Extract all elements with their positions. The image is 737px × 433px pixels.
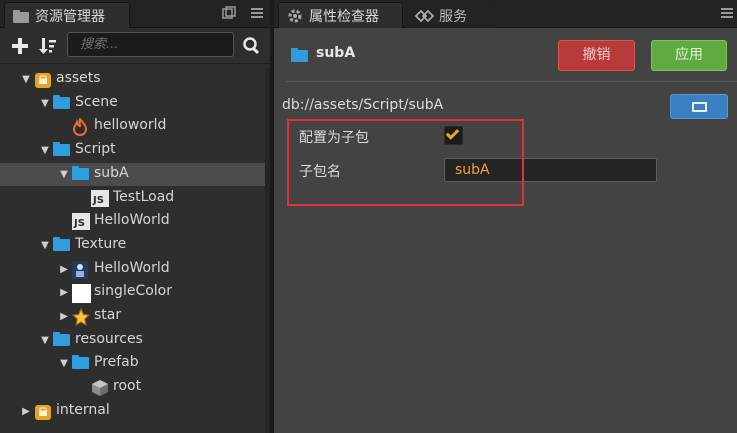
tree-item-prefab[interactable]: ▼ Prefab [0, 352, 270, 375]
tree-item-label: helloworld [94, 117, 167, 134]
white-square-icon [72, 284, 91, 304]
tree-item-label: star [94, 307, 122, 323]
tab-inspector[interactable]: 属性检查器 [278, 2, 403, 28]
tree-item-resources[interactable]: ▼ resources [0, 329, 270, 352]
tree-item-label: resources [75, 330, 143, 347]
asset-path: db://assets/Script/subA [282, 97, 444, 113]
chevron-down-icon[interactable]: ▼ [39, 240, 51, 252]
chevron-right-icon[interactable]: ▶ [58, 287, 70, 299]
svg-text:JS: JS [73, 218, 85, 229]
tree-item-helloworld[interactable]: JS HelloWorld [0, 210, 270, 233]
chevron-down-icon[interactable]: ▼ [20, 74, 32, 86]
image-icon [72, 260, 90, 279]
fire-icon [72, 117, 90, 137]
folder-panel-icon [13, 9, 29, 23]
search-input[interactable]: 搜索... [67, 32, 234, 57]
apply-button[interactable]: 应用 [651, 40, 727, 71]
tree-item-label: HelloWorld [94, 259, 170, 276]
chevron-right-icon[interactable]: ▶ [58, 264, 70, 276]
tree-item-label: Scene [75, 93, 118, 110]
sort-icon[interactable] [37, 35, 59, 57]
chevron-down-icon[interactable]: ▼ [58, 169, 70, 181]
tree-item-label: internal [56, 401, 110, 418]
tree-item-label: HelloWorld [94, 212, 170, 229]
tree-item-root[interactable]: root [0, 376, 270, 399]
chevron-right-icon[interactable]: ▶ [20, 406, 32, 418]
gear-icon [288, 9, 302, 22]
js-icon: JS [91, 189, 109, 207]
inspector-panel: 属性检查器 服务 subA 撤销 应用 db://assets/Script/s… [274, 0, 737, 433]
divider [286, 81, 737, 82]
tree-item-singlecolor[interactable]: ▶ singleColor [0, 281, 270, 304]
folder-icon [72, 355, 90, 371]
tree-item-internal[interactable]: ▶ internal [0, 400, 270, 423]
tab-inspector-label: 属性检查器 [309, 8, 379, 25]
folder-icon [53, 94, 71, 111]
tree-item-scene[interactable]: ▼ Scene [0, 92, 270, 115]
open-folder-icon [692, 102, 707, 112]
folder-icon [53, 142, 71, 158]
tree-item-label: Script [75, 141, 116, 158]
tab-assets[interactable]: 资源管理器 [4, 2, 130, 28]
chevron-down-icon[interactable]: ▼ [39, 335, 51, 347]
tree-item-label: Prefab [94, 354, 139, 371]
chevron-down-icon[interactable]: ▼ [39, 98, 51, 110]
tab-assets-label: 资源管理器 [35, 8, 105, 25]
tree-item-testload[interactable]: JS TestLoad [0, 187, 270, 210]
services-icon [415, 9, 435, 22]
inspector-title: subA [316, 45, 356, 61]
menu-icon[interactable] [250, 6, 264, 20]
tree-item-helloworld[interactable]: ▶ HelloWorld [0, 258, 270, 281]
assets-panel: 资源管理器 搜索... ▼ assets ▼ Scene helloworld ▼ Scri… [0, 0, 270, 433]
tab-services[interactable]: 服务 [406, 2, 496, 28]
cube-icon [91, 379, 109, 397]
assets-tab-strip: 资源管理器 [0, 0, 270, 28]
open-folder-button[interactable] [670, 94, 728, 119]
tree-item-texture[interactable]: ▼ Texture [0, 234, 270, 257]
tree-item-script[interactable]: ▼ Script [0, 139, 270, 162]
add-icon[interactable] [9, 35, 31, 57]
js-icon: JS [72, 213, 90, 231]
star-icon [71, 307, 91, 327]
tab-services-label: 服务 [439, 8, 467, 25]
svg-text:JS: JS [92, 195, 104, 206]
chevron-down-icon[interactable]: ▼ [39, 145, 51, 157]
chevron-right-icon[interactable]: ▶ [58, 311, 70, 323]
folder-icon [72, 165, 90, 182]
folder-icon [291, 48, 308, 62]
tree-item-label: Texture [75, 235, 127, 252]
tree-item-label: singleColor [94, 283, 172, 300]
annotation-highlight [287, 119, 524, 206]
folder-icon [53, 236, 71, 253]
tree-item-label: root [113, 378, 142, 395]
chevron-down-icon[interactable]: ▼ [58, 358, 70, 370]
tree-item-suba[interactable]: ▼ subA [0, 162, 270, 186]
asset-db-icon [34, 403, 52, 420]
folder-icon [53, 331, 71, 348]
asset-db-icon [34, 71, 52, 88]
revert-button[interactable]: 撤销 [558, 40, 635, 71]
tree-item-assets[interactable]: ▼ assets [0, 68, 270, 91]
maximize-icon[interactable] [222, 6, 236, 20]
tree-item-label: TestLoad [113, 188, 175, 205]
tree-item-star[interactable]: ▶ star [0, 305, 270, 328]
search-icon[interactable] [241, 35, 263, 57]
inspector-tab-strip: 属性检查器 服务 [274, 0, 737, 28]
menu-icon[interactable] [720, 6, 734, 20]
tree-item-helloworld[interactable]: helloworld [0, 115, 270, 138]
tree-item-label: subA [94, 164, 129, 181]
tree-item-label: assets [56, 70, 101, 86]
